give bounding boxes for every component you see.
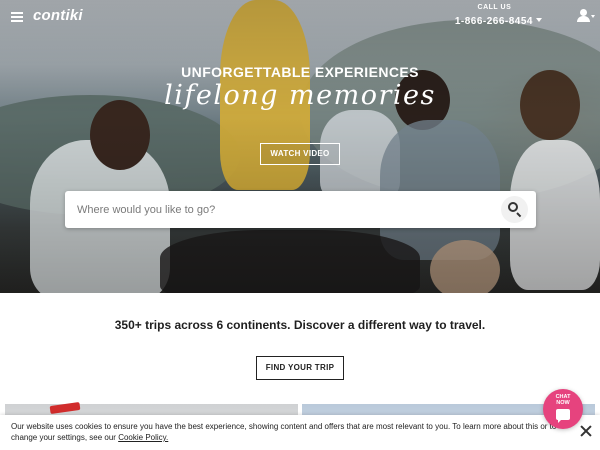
search-bar [65, 191, 536, 228]
cookie-text: Our website uses cookies to ensure you h… [11, 421, 571, 443]
caret-down-icon [536, 17, 542, 22]
hero-script-text: lifelong memories [164, 80, 436, 111]
cookie-message: Our website uses cookies to ensure you h… [11, 422, 557, 442]
chat-label-line2: NOW [556, 400, 570, 406]
chat-icon [556, 409, 570, 423]
top-navigation: contiki CALL US 1-866-266-8454 [0, 0, 600, 34]
call-us-phone[interactable]: CALL US 1-866-266-8454 [455, 4, 542, 29]
call-us-label: CALL US [477, 4, 512, 11]
cookie-banner: Our website uses cookies to ensure you h… [0, 415, 600, 450]
search-input[interactable] [65, 191, 495, 228]
tagline: 350+ trips across 6 continents. Discover… [114, 318, 486, 332]
search-icon [508, 202, 518, 212]
page: contiki CALL US 1-866-266-8454 UNFORGETT… [0, 0, 600, 450]
search-button[interactable] [501, 196, 528, 223]
watch-video-button[interactable]: WATCH VIDEO [260, 143, 340, 165]
cookie-policy-link[interactable]: Cookie Policy. [118, 433, 168, 442]
hero-headline: UNFORGETTABLE EXPERIENCES [181, 64, 419, 80]
phone-number[interactable]: 1-866-266-8454 [455, 16, 533, 27]
caret-down-icon [591, 15, 595, 18]
close-icon[interactable] [580, 425, 592, 437]
menu-icon[interactable] [11, 12, 23, 22]
site-logo[interactable]: contiki [33, 7, 83, 24]
chat-now-button[interactable]: CHAT NOW [543, 389, 583, 429]
user-icon[interactable] [577, 9, 595, 23]
find-your-trip-button[interactable]: FIND YOUR TRIP [256, 356, 344, 380]
hero-section: contiki CALL US 1-866-266-8454 UNFORGETT… [0, 0, 600, 293]
